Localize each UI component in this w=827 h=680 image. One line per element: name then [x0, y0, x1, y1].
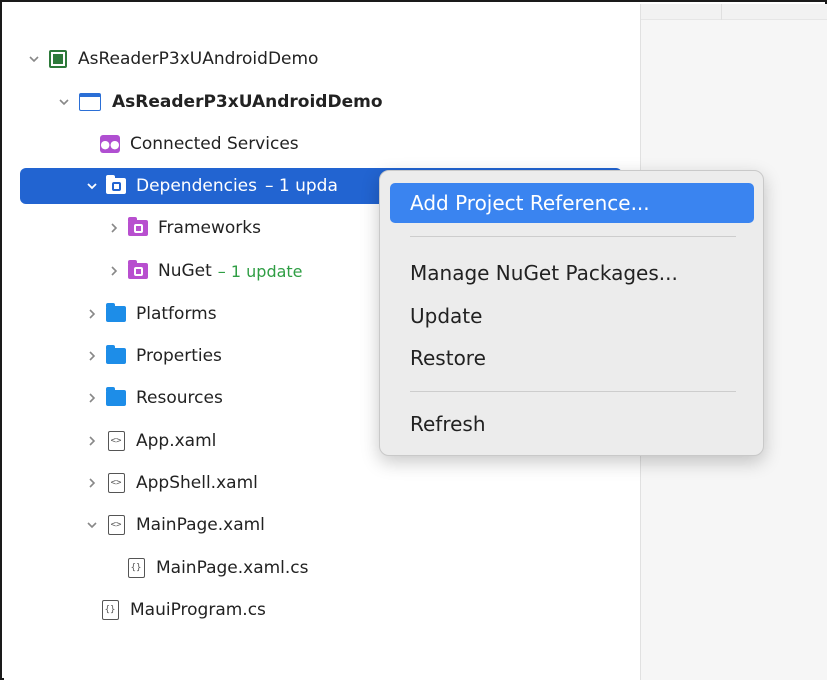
- menu-separator: [410, 236, 736, 237]
- chevron-down-icon[interactable]: [56, 94, 72, 110]
- tree-item-label: MainPage.xaml: [136, 515, 265, 535]
- chevron-right-icon[interactable]: [84, 390, 100, 406]
- menu-item-refresh[interactable]: Refresh: [390, 404, 754, 444]
- menu-item-add-project-reference[interactable]: Add Project Reference...: [390, 183, 754, 223]
- menu-separator: [410, 391, 736, 392]
- tree-item-mainpage-xaml[interactable]: <> MainPage.xaml: [4, 507, 640, 543]
- tree-item-connected-services[interactable]: ●● Connected Services: [4, 126, 640, 162]
- purple-folder-icon: [128, 217, 148, 237]
- tree-item-mainpage-cs[interactable]: {} MainPage.xaml.cs: [4, 550, 640, 586]
- chevron-right-icon[interactable]: [84, 348, 100, 364]
- tree-item-appshell-xaml[interactable]: <> AppShell.xaml: [4, 465, 640, 501]
- solution-icon: [48, 50, 68, 68]
- chevron-down-icon[interactable]: [84, 517, 100, 533]
- xaml-file-icon: <>: [106, 473, 126, 493]
- tree-item-label: App.xaml: [136, 431, 217, 451]
- xaml-file-icon: <>: [106, 515, 126, 535]
- tree-item-label: AsReaderP3xUAndroidDemo: [112, 92, 383, 112]
- tree-item-label: Connected Services: [130, 134, 299, 154]
- tree-item-label: Platforms: [136, 304, 217, 324]
- chevron-right-icon[interactable]: [106, 263, 122, 279]
- tree-item-label: Properties: [136, 346, 222, 366]
- cs-file-icon: {}: [100, 600, 120, 620]
- tree-item-label: MauiProgram.cs: [130, 600, 266, 620]
- chevron-right-icon[interactable]: [84, 306, 100, 322]
- tree-item-label: NuGet: [158, 261, 212, 281]
- tree-item-label: MainPage.xaml.cs: [156, 558, 309, 578]
- chevron-right-icon[interactable]: [84, 475, 100, 491]
- tree-item-mauiprogram-cs[interactable]: {} MauiProgram.cs: [4, 592, 640, 628]
- chevron-right-icon[interactable]: [106, 220, 122, 236]
- update-badge: – 1 update: [217, 261, 303, 281]
- folder-icon: [106, 387, 126, 407]
- tree-item-label: AsReaderP3xUAndroidDemo: [78, 49, 319, 69]
- context-menu: Add Project Reference... Manage NuGet Pa…: [379, 170, 764, 456]
- menu-item-restore[interactable]: Restore: [390, 338, 754, 378]
- folder-icon: [106, 345, 126, 365]
- tree-item-project[interactable]: AsReaderP3xUAndroidDemo: [4, 84, 640, 120]
- tree-item-solution[interactable]: AsReaderP3xUAndroidDemo: [4, 41, 640, 77]
- dependencies-folder-icon: [106, 175, 126, 195]
- chevron-down-icon[interactable]: [26, 51, 42, 67]
- cs-file-icon: {}: [126, 558, 146, 578]
- folder-icon: [106, 303, 126, 323]
- tab-strip: [641, 4, 827, 20]
- purple-folder-icon: [128, 260, 148, 280]
- project-icon: [78, 93, 102, 111]
- tree-item-label: Frameworks: [158, 218, 261, 238]
- tree-item-label: Resources: [136, 388, 223, 408]
- tree-item-label: AppShell.xaml: [136, 473, 258, 493]
- tree-item-label: Dependencies: [136, 176, 257, 196]
- menu-item-manage-nuget-packages[interactable]: Manage NuGet Packages...: [390, 253, 754, 293]
- menu-item-update[interactable]: Update: [390, 296, 754, 336]
- connected-services-icon: ●●: [100, 135, 120, 153]
- xaml-file-icon: <>: [106, 431, 126, 451]
- update-badge: – 1 upda: [264, 176, 338, 196]
- chevron-right-icon[interactable]: [84, 433, 100, 449]
- chevron-down-icon[interactable]: [84, 178, 100, 194]
